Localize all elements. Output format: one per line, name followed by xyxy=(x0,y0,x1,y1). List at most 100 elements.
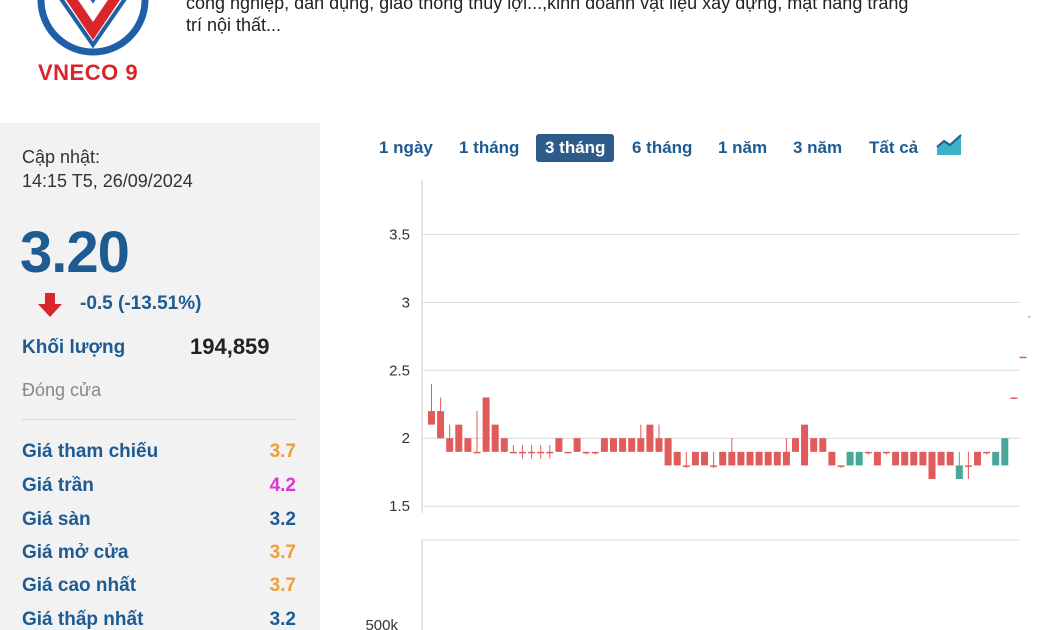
candle-body xyxy=(764,451,772,466)
candle-body xyxy=(664,438,672,466)
candle-body xyxy=(582,451,590,454)
candle-body xyxy=(1019,356,1027,359)
candle-body xyxy=(919,451,927,466)
candle-body xyxy=(628,438,636,452)
y-tick-label: 2 xyxy=(402,430,410,447)
y-tick-label: 3 xyxy=(402,294,410,311)
candle-body xyxy=(637,438,645,452)
current-price: 3.20 xyxy=(20,220,130,285)
tab-1-day[interactable]: 1 ngày xyxy=(370,134,442,162)
candle-body xyxy=(537,451,545,454)
candle-body xyxy=(883,451,890,454)
tab-3-months[interactable]: 3 tháng xyxy=(536,134,615,162)
candle-body xyxy=(846,451,854,466)
candle-body xyxy=(719,451,727,466)
candle-body xyxy=(655,438,663,452)
candle-body xyxy=(892,451,900,466)
row-label: Giá tham chiếu xyxy=(22,441,159,462)
candle-body xyxy=(491,424,499,452)
candle-body xyxy=(728,451,736,466)
candle-body xyxy=(701,451,708,466)
row-label: Giá cao nhất xyxy=(22,575,137,596)
update-time: 14:15 T5, 26/09/2024 xyxy=(22,171,193,191)
candle-body xyxy=(974,451,981,466)
candle-body xyxy=(910,451,918,466)
y-tick-label: 2.5 xyxy=(389,362,410,379)
candle-body xyxy=(837,465,845,467)
row-value: 3.2 xyxy=(269,509,296,530)
candle-body xyxy=(437,411,445,439)
candle-body xyxy=(983,451,991,454)
candle-body xyxy=(828,451,836,466)
tab-all[interactable]: Tất cả xyxy=(860,134,927,162)
tab-1-year[interactable]: 1 năm xyxy=(709,134,776,162)
candle-body xyxy=(928,451,936,480)
candle-body xyxy=(946,451,954,466)
price-row-high: Giá cao nhất 3.7 xyxy=(22,575,296,601)
close-status: Đóng cửa xyxy=(22,380,102,400)
candle-body xyxy=(937,451,945,466)
price-row-low: Giá thấp nhất 3.2 xyxy=(22,609,296,630)
candle-body xyxy=(1001,438,1009,466)
volume-value: 194,859 xyxy=(190,334,270,359)
description-line-2: trí nội thất... xyxy=(186,15,282,35)
candle-body xyxy=(1028,315,1030,318)
candle-body xyxy=(691,451,699,466)
row-label: Giá sàn xyxy=(22,509,91,530)
candle-body xyxy=(819,438,827,452)
candle-body xyxy=(864,451,872,454)
candle-body xyxy=(546,451,554,454)
candle-body xyxy=(519,451,526,454)
quote-panel: Cập nhật: 14:15 T5, 26/09/2024 3.20 -0.5… xyxy=(0,123,320,630)
candle-body xyxy=(555,438,563,452)
row-label: Giá thấp nhất xyxy=(22,609,144,630)
candle-body xyxy=(528,451,536,454)
candle-body xyxy=(619,438,627,452)
candle-body xyxy=(564,451,572,454)
candle-body xyxy=(482,397,490,452)
candle-body xyxy=(600,438,608,452)
price-row-ceiling: Giá trần 4.2 xyxy=(22,475,296,501)
candle-body xyxy=(901,451,909,466)
candle-body xyxy=(810,438,818,452)
update-label: Cập nhật: xyxy=(22,147,101,167)
price-chart: 3.5 3 2.5 2 1.5 500k xyxy=(365,180,1030,630)
company-description: công nghiệp, dân dụng, giao thông thủy l… xyxy=(186,0,1016,36)
candle-body xyxy=(737,451,745,466)
row-value: 3.7 xyxy=(269,542,296,563)
candle-body xyxy=(682,465,690,467)
candle-body xyxy=(473,451,481,454)
tab-1-month[interactable]: 1 tháng xyxy=(450,134,528,162)
candle-body xyxy=(646,424,654,452)
y-tick-label: 1.5 xyxy=(389,498,410,515)
volume-tick-label: 500k xyxy=(365,617,398,630)
divider xyxy=(22,419,296,420)
tab-6-months[interactable]: 6 tháng xyxy=(623,134,701,162)
candle-body xyxy=(591,451,599,454)
candle-body xyxy=(746,451,754,466)
candle-body xyxy=(955,465,963,480)
tab-3-years[interactable]: 3 năm xyxy=(784,134,851,162)
candle-body xyxy=(428,411,435,425)
row-label: Giá trần xyxy=(22,475,94,496)
candle-body xyxy=(673,451,681,466)
down-arrow-icon xyxy=(38,293,62,317)
candle-body xyxy=(964,465,972,467)
area-chart-icon[interactable] xyxy=(936,133,962,157)
price-row-reference: Giá tham chiếu 3.7 xyxy=(22,441,296,467)
candle-body xyxy=(992,451,1000,466)
logo-brand-text: VNECO 9 xyxy=(38,60,139,85)
row-label: Giá mở cửa xyxy=(22,542,129,563)
candle-body xyxy=(855,451,863,466)
candle-body xyxy=(573,438,581,452)
y-tick-label: 3.5 xyxy=(389,226,410,243)
description-line-1: công nghiệp, dân dụng, giao thông thủy l… xyxy=(186,0,909,13)
price-row-floor: Giá sàn 3.2 xyxy=(22,509,296,535)
row-value: 3.7 xyxy=(269,575,296,596)
candle-body xyxy=(500,438,508,452)
candle-body xyxy=(782,451,790,466)
candle-body xyxy=(610,438,617,452)
candle-body xyxy=(446,438,454,452)
candle-body xyxy=(464,438,472,452)
candle-body xyxy=(792,438,799,452)
